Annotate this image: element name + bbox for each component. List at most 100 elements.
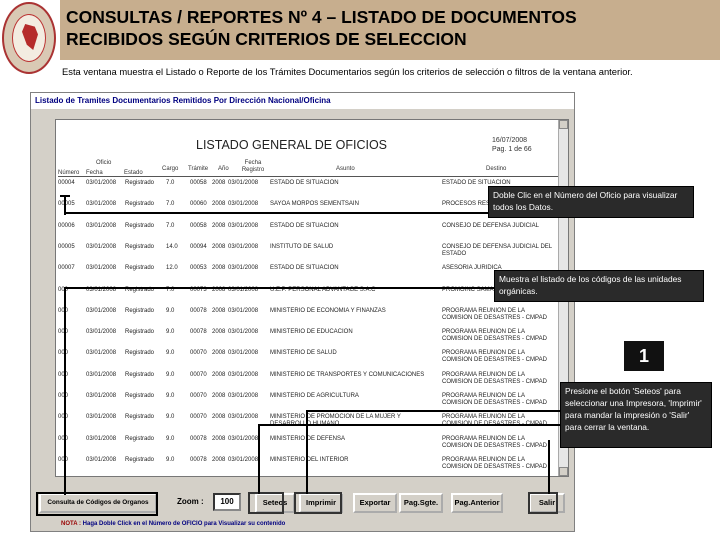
table-row[interactable]: 000 03/01/2008 Registrado 9.0 00070 2008 03/01…: [58, 372, 558, 392]
oficio-cargo: 9.0: [166, 371, 175, 378]
callout-botones: Presione el botón 'Seteos' para seleccio…: [560, 382, 712, 448]
arrow-numero-line: [64, 212, 490, 214]
col-destino: Destino: [486, 166, 507, 172]
oficio-status: Registrado: [125, 435, 155, 442]
oficio-status: Registrado: [125, 350, 155, 357]
callout-codigos: Muestra el listado de los códigos de las…: [494, 270, 704, 302]
scroll-down-icon[interactable]: [559, 467, 568, 476]
oficio-status: Registrado: [125, 307, 155, 314]
table-row[interactable]: 000 03/01/2008 Registrado 9.0 00078 2008 03/01…: [58, 456, 558, 476]
oficio-fecha-registro: 03/01/2008: [228, 435, 259, 442]
oficio-date: 03/01/2008: [86, 201, 117, 208]
table-row[interactable]: 00007 03/01/2008 Registrado 12.0 00053 2008 03…: [58, 265, 558, 285]
table-row[interactable]: 00006 03/01/2008 Registrado 7.0 00058 2008 03/…: [58, 223, 558, 243]
oficio-number-link[interactable]: 000: [58, 436, 84, 443]
slide-title-line-2: RECIBIDOS SEGÚN CRITERIOS DE SELECCION: [66, 29, 467, 49]
oficio-fecha-registro: 03/01/2008: [228, 201, 259, 208]
oficio-tramite: 00094: [190, 243, 207, 250]
oficio-tramite: 00070: [190, 371, 207, 378]
table-row[interactable]: 00004 03/01/2008 Registrado 7.0 00058 2008 03/…: [58, 180, 558, 200]
note-text: Haga Doble Click en el Número de OFICIO …: [82, 521, 286, 527]
report-page: Pag. 1 de 66: [492, 146, 532, 153]
oficio-year: 2008: [212, 371, 226, 378]
oficio-cargo: 9.0: [166, 456, 175, 463]
oficio-date: 03/01/2008: [86, 371, 117, 378]
oficio-asunto: MINISTERIO DE AGRICULTURA: [270, 393, 359, 399]
table-row[interactable]: 00005 03/01/2008 Registrado 14.0 00094 2008 03…: [58, 244, 558, 264]
arrow-codigos-line: [64, 287, 494, 289]
report-title: LISTADO GENERAL DE OFICIOS: [196, 138, 388, 152]
arrow-seteos-line: [258, 424, 562, 426]
col-oficio: Oficio: [96, 160, 112, 166]
oficio-cargo: 9.0: [166, 307, 175, 314]
oficio-asunto: MINISTERIO DE PROMOCION DE LA MUJER Y DE…: [270, 414, 401, 427]
zoom-input[interactable]: 100: [213, 493, 241, 511]
table-row[interactable]: 000 03/01/2008 Registrado 9.0 00070 2008 03/01…: [58, 350, 558, 370]
oficio-status: Registrado: [125, 222, 155, 229]
oficio-status: Registrado: [125, 456, 155, 463]
table-row[interactable]: 000 03/01/2008 Registrado 7.0 00073 2008 03/01…: [58, 287, 558, 307]
oficio-status: Registrado: [125, 243, 155, 250]
oficio-cargo: 14.0: [166, 243, 178, 250]
arrow-imprimir-stem: [306, 410, 308, 494]
oficio-asunto: MINISTERIO DE ECONOMIA Y FINANZAS: [270, 307, 386, 314]
exportar-button[interactable]: Exportar: [353, 493, 397, 513]
window-title: Listado de Tramites Documentarios Remiti…: [31, 93, 574, 109]
oficio-cargo: 12.0: [166, 265, 178, 272]
oficio-destino: PROGRAMA REUNION DE LA COMISION DE DESAS…: [442, 435, 547, 449]
imprimir-highlight: [294, 492, 342, 514]
col-cargo: Cargo: [162, 166, 179, 172]
oficio-number-link[interactable]: 000: [58, 414, 84, 421]
oficio-year: 2008: [212, 350, 226, 357]
oficio-number-link[interactable]: 00004: [58, 180, 84, 187]
oficio-cargo: 9.0: [166, 393, 175, 399]
oficio-number-link[interactable]: 000: [58, 457, 84, 464]
oficio-number-link[interactable]: 000: [58, 308, 84, 315]
col-tramite: Trámite: [188, 166, 209, 172]
oficio-date: 03/01/2008: [86, 307, 117, 314]
oficio-cargo: 9.0: [166, 414, 175, 421]
arrow-seteos-stem: [258, 424, 260, 494]
oficio-number-link[interactable]: 00005: [58, 244, 84, 251]
table-row[interactable]: 000 03/01/2008 Registrado 9.0 00078 2008 03/01…: [58, 436, 558, 456]
col-fecha-registro: Fecha Registro: [241, 160, 265, 173]
oficio-year: 2008: [212, 307, 226, 314]
oficio-fecha-registro: 03/01/2008: [228, 456, 259, 463]
oficio-status: Registrado: [125, 329, 155, 336]
oficio-cargo: 9.0: [166, 329, 175, 336]
oficio-date: 03/01/2008: [86, 350, 117, 357]
consulta-highlight: [36, 492, 158, 516]
oficio-fecha-registro: 03/01/2008: [228, 180, 259, 186]
oficio-fecha-registro: 03/01/2008: [228, 307, 259, 314]
oficio-tramite: 00078: [190, 329, 207, 336]
oficio-asunto: ESTADO DE SITUACION: [270, 222, 339, 229]
oficio-year: 2008: [212, 329, 226, 336]
oficio-date: 03/01/2008: [86, 456, 117, 463]
oficio-destino: PROGRAMA REUNION DE LA COMISION DE DESAS…: [442, 393, 547, 406]
oficio-cargo: 9.0: [166, 350, 175, 357]
oficio-date: 03/01/2008: [86, 222, 117, 229]
oficio-destino: PROGRAMA REUNION DE LA COMISION DE DESAS…: [442, 350, 547, 364]
table-row[interactable]: 000 03/01/2008 Registrado 9.0 00078 2008 03/01…: [58, 308, 558, 328]
oficio-number-link[interactable]: 000: [58, 372, 84, 379]
oficio-number-link[interactable]: 00006: [58, 223, 84, 230]
pag-sgte-button[interactable]: Pag.Sgte.: [399, 493, 443, 513]
oficio-tramite: 00070: [190, 393, 207, 399]
oficio-fecha-registro: 03/01/2008: [228, 393, 259, 399]
oficio-number-link[interactable]: 000: [58, 350, 84, 357]
oficio-tramite: 00078: [190, 435, 207, 442]
oficio-number-link[interactable]: 000: [58, 393, 84, 400]
oficio-number-link[interactable]: 00007: [58, 265, 84, 272]
oficio-year: 2008: [212, 456, 226, 463]
note-prefix: NOTA :: [61, 521, 81, 527]
oficio-asunto: MINISTERIO DEL INTERIOR: [270, 456, 349, 463]
scroll-up-icon[interactable]: [559, 120, 568, 129]
oficio-status: Registrado: [125, 393, 155, 399]
oficio-destino: PROGRAMA REUNION DE LA COMISION DE DESAS…: [442, 371, 547, 385]
report-date-block: 16/07/2008 Pag. 1 de 66: [492, 136, 532, 154]
pag-anterior-button[interactable]: Pag.Anterior: [451, 493, 503, 513]
table-row[interactable]: 000 03/01/2008 Registrado 9.0 00078 2008 03/01…: [58, 329, 558, 349]
oficio-number-link[interactable]: 00005: [58, 201, 84, 208]
oficio-asunto: MINISTERIO DE EDUCACION: [270, 329, 353, 336]
oficio-number-link[interactable]: 000: [58, 329, 84, 336]
